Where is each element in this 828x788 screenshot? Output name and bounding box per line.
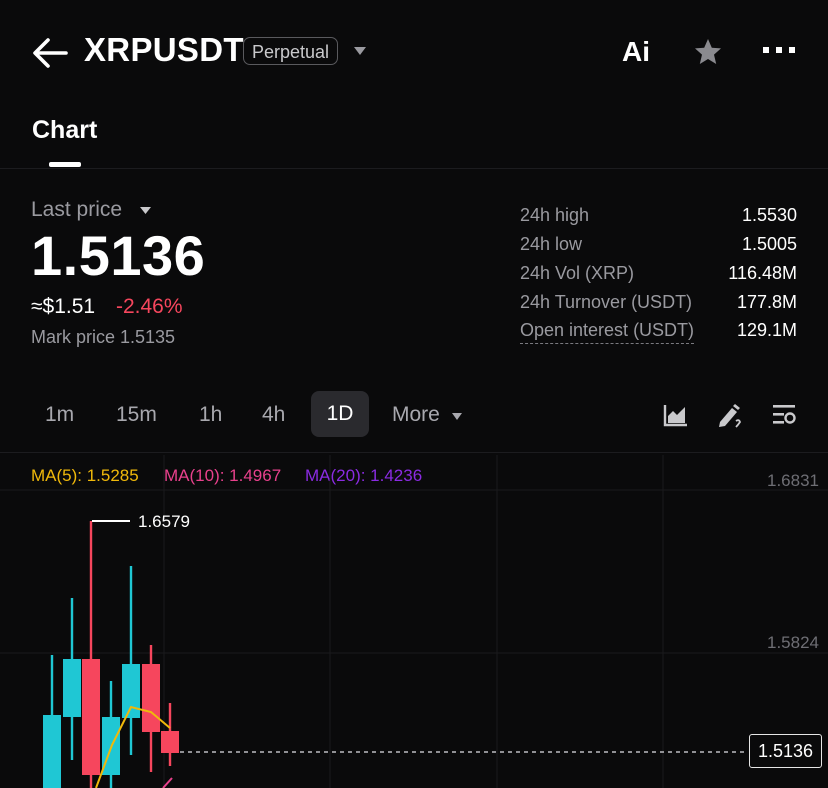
- star-icon[interactable]: [692, 36, 724, 68]
- symbol-title[interactable]: XRPUSDT: [84, 31, 244, 69]
- stat-label-24h-turnover: 24h Turnover (USDT): [520, 292, 693, 312]
- chevron-down-icon[interactable]: [452, 413, 462, 420]
- stat-label-open-interest[interactable]: Open interest (USDT): [520, 320, 695, 344]
- back-arrow-icon[interactable]: [30, 36, 70, 70]
- high-marker-label: 1.6579: [138, 512, 190, 531]
- more-intervals-button[interactable]: More: [392, 397, 440, 433]
- candle: [82, 521, 100, 788]
- last-price-value: 1.5136: [31, 224, 206, 287]
- current-price-tag: 1.5136: [748, 734, 822, 768]
- interval-1m[interactable]: 1m: [45, 397, 74, 441]
- tab-active-indicator: [49, 162, 81, 167]
- y-axis-label: 1.6831: [767, 471, 819, 490]
- interval-1d[interactable]: 1D: [311, 391, 369, 437]
- chevron-down-icon[interactable]: [352, 46, 368, 56]
- candlestick-chart[interactable]: 1.6831 1.5824 1.6579: [0, 455, 828, 788]
- tab-chart[interactable]: Chart: [32, 116, 97, 145]
- stat-value-24h-turnover: 177.8M: [736, 292, 797, 312]
- candle: [43, 655, 61, 788]
- contract-type-badge: Perpetual: [243, 37, 339, 65]
- price-change-percent: -2.46%: [116, 295, 183, 318]
- stat-value-24h-vol: 116.48M: [728, 263, 797, 283]
- stat-value-open-interest: 129.1M: [736, 320, 797, 340]
- more-dots-icon[interactable]: [762, 46, 796, 56]
- divider: [0, 168, 828, 169]
- mark-price: Mark price 1.5135: [31, 327, 176, 347]
- stat-label-24h-high: 24h high: [520, 205, 590, 225]
- stat-label-24h-vol: 24h Vol (XRP): [520, 263, 635, 283]
- last-price-label[interactable]: Last price: [31, 198, 122, 222]
- interval-15m[interactable]: 15m: [116, 397, 157, 441]
- candle: [63, 598, 81, 760]
- approx-usd-value: ≈$1.51: [31, 295, 96, 318]
- interval-1h[interactable]: 1h: [199, 397, 222, 441]
- ai-icon[interactable]: Ai: [622, 36, 650, 68]
- y-axis-label: 1.5824: [767, 633, 819, 652]
- chart-type-icon[interactable]: [663, 402, 689, 428]
- divider: [0, 452, 828, 453]
- stat-value-24h-high: 1.5530: [741, 205, 797, 225]
- drawing-tool-icon[interactable]: [716, 402, 742, 428]
- candle: [122, 566, 140, 755]
- chevron-down-icon[interactable]: [139, 206, 152, 215]
- interval-4h[interactable]: 4h: [262, 397, 285, 441]
- stat-label-24h-low: 24h low: [520, 234, 583, 254]
- stat-value-24h-low: 1.5005: [741, 234, 797, 254]
- candle: [142, 645, 160, 772]
- indicator-settings-icon[interactable]: [771, 402, 797, 428]
